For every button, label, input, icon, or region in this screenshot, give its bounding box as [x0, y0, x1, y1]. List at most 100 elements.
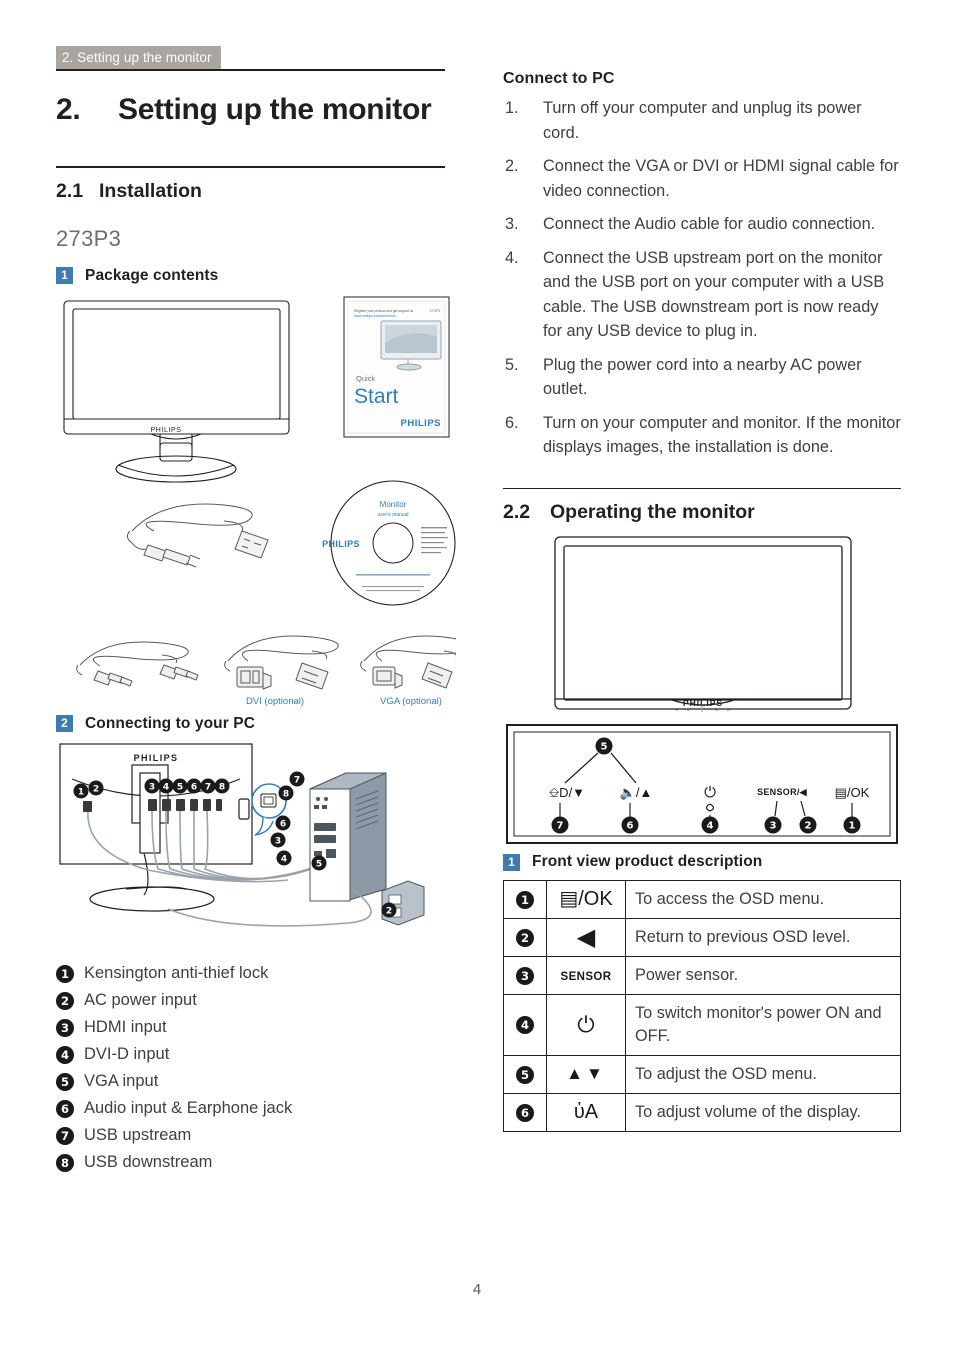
section-title: Installation [99, 179, 202, 202]
step-number: 6. [505, 413, 519, 432]
step-text: Turn off your computer and unplug its po… [543, 99, 862, 142]
row-dot: 3 [516, 966, 534, 985]
row-number-cell: 3 [503, 956, 547, 996]
legend-label: AC power input [84, 990, 197, 1009]
row-dot: 4 [516, 1016, 534, 1035]
vga-cable-label: VGA (optional) [380, 696, 442, 707]
section-number: 2.1 [56, 179, 84, 202]
legend-label: Audio input & Earphone jack [84, 1098, 293, 1117]
list-item: 1 Kensington anti-thief lock [56, 961, 456, 986]
legend-label: VGA input [84, 1071, 159, 1090]
svg-text:2: 2 [805, 821, 812, 832]
step-text: Turn on your computer and monitor. If th… [543, 413, 901, 457]
svg-text:4: 4 [707, 821, 714, 832]
chapter-number: 2. [56, 93, 81, 126]
document-page: 2. Setting up the monitor 2. Setting up t… [0, 0, 954, 1352]
svg-text:2: 2 [386, 906, 392, 916]
step-text: Plug the power cord into a nearby AC pow… [543, 355, 862, 399]
table-row: 4 ⏻ To switch monitor's power ON and OFF… [503, 994, 901, 1057]
connection-diagram: PHILIPS 1 2 3 4 5 6 7 8 8 7 6 3 4 5 2 [56, 739, 456, 939]
row-number-cell: 2 [503, 918, 547, 958]
legend-label: HDMI input [84, 1017, 167, 1036]
running-header: 2. Setting up the monitor [56, 46, 221, 71]
svg-text:2: 2 [93, 784, 99, 794]
row-desc-cell: To adjust volume of the display. [625, 1093, 901, 1133]
svg-text:1: 1 [849, 821, 856, 832]
row-icon-cell: ⏻ [546, 994, 626, 1057]
power-icon: ⏻ [577, 1011, 595, 1037]
quick-start-guide-illustration: Register your product and get support at… [343, 296, 450, 438]
svg-text:5: 5 [601, 742, 608, 753]
legend-dot: 7 [56, 1126, 74, 1145]
legend-dot: 5 [56, 1072, 74, 1091]
table-row: 5 ▲▼ To adjust the OSD menu. [503, 1055, 901, 1095]
legend-label: Kensington anti-thief lock [84, 963, 269, 982]
svg-text:7: 7 [294, 775, 300, 785]
legend-label: USB upstream [84, 1125, 192, 1144]
list-item: 3 HDMI input [56, 1015, 456, 1040]
cd-illustration: Monitor user's manual PHILIPS [322, 480, 456, 606]
svg-text:3: 3 [149, 782, 155, 792]
badge-1: 1 [56, 267, 73, 285]
svg-text:3: 3 [275, 836, 281, 846]
step-text: Connect the Audio cable for audio connec… [543, 215, 876, 233]
row-icon-cell: ὐA [546, 1093, 626, 1133]
legend-dot: 2 [56, 991, 74, 1010]
section-operating-rule [503, 487, 901, 490]
front-view-label: Front view product description [532, 853, 763, 871]
btn-4-glyph: ⏻ [704, 784, 716, 801]
section-title: Operating the monitor [550, 501, 755, 524]
left-column: 2. Setting up the monitor 2.1 Installation… [56, 78, 456, 1177]
connecting-heading: 2 Connecting to your PC [56, 715, 456, 733]
legend-dot: 4 [56, 1045, 74, 1064]
volume-icon: ὐA [573, 1101, 599, 1124]
section-operating-heading: 2.2 Operating the monitor [503, 499, 901, 525]
cd-subtitle: user's manual [378, 512, 409, 518]
cables-artwork: DVI (optional) VGA (optional) [56, 625, 456, 713]
dvi-cable-illustration [224, 635, 339, 690]
step-number: 2. [505, 157, 519, 175]
header-rule [56, 69, 445, 71]
badge-2: 2 [56, 715, 73, 733]
step-number: 3. [505, 215, 519, 233]
vga-cable-illustration [360, 635, 456, 689]
front-panel-control-bar: 5 ⎒D/▼ 🔈/▲ ⏻ SENSOR/◀ ▤/OK 7 6 4 3 2 1 [503, 721, 901, 849]
row-desc-cell: Return to previous OSD level. [625, 918, 901, 958]
row-icon-cell: ▤/OK [546, 880, 626, 920]
row-desc-cell: To switch monitor's power ON and OFF. [625, 994, 901, 1057]
quick-start-word2: Start [354, 385, 399, 408]
row-number-cell: 5 [503, 1055, 547, 1095]
list-item: 2. Connect the VGA or DVI or HDMI signal … [503, 154, 901, 203]
row-dot: 5 [516, 1065, 534, 1084]
svg-text:273P3: 273P3 [430, 309, 440, 313]
port-legend-list: 1 Kensington anti-thief lock 2 AC power in… [56, 961, 456, 1175]
list-item: 1. Turn off your computer and unplug its … [503, 96, 901, 145]
svg-text:8: 8 [219, 782, 225, 792]
step-text: Connect the VGA or DVI or HDMI signal ca… [543, 157, 899, 200]
power-cord-illustration [126, 503, 269, 568]
page-number: 4 [472, 1281, 482, 1298]
legend-label: DVI-D input [84, 1044, 170, 1063]
legend-dot: 3 [56, 1018, 74, 1037]
badge-front-view: 1 [503, 853, 520, 871]
page-title: 2. Setting up the monitor [56, 90, 456, 130]
sensor-icon: SENSOR [560, 970, 612, 983]
step-number: 5. [505, 355, 519, 374]
row-number-cell: 4 [503, 994, 547, 1057]
monitor-front-illustration [554, 536, 852, 710]
chapter-title: Setting up the monitor [118, 93, 432, 126]
osd-ok-icon: ▤/OK [559, 888, 613, 911]
svg-text:3: 3 [770, 821, 777, 832]
legend-dot: 1 [56, 964, 74, 983]
btn-1-glyph: ▤/OK [835, 785, 870, 800]
legend-dot: 8 [56, 1153, 74, 1172]
row-icon-cell: SENSOR [546, 956, 626, 996]
btn-3-glyph: SENSOR/◀ [757, 787, 808, 797]
svg-text:6: 6 [191, 782, 197, 792]
row-desc-cell: Power sensor. [625, 956, 901, 996]
svg-text:www.philips.com/welcome: www.philips.com/welcome [354, 314, 396, 318]
btn-7-glyph: ⎒D/▼ [549, 785, 585, 800]
table-row: 1 ▤/OK To access the OSD menu. [503, 880, 901, 920]
svg-text:7: 7 [205, 782, 211, 792]
section-number: 2.2 [503, 501, 531, 524]
